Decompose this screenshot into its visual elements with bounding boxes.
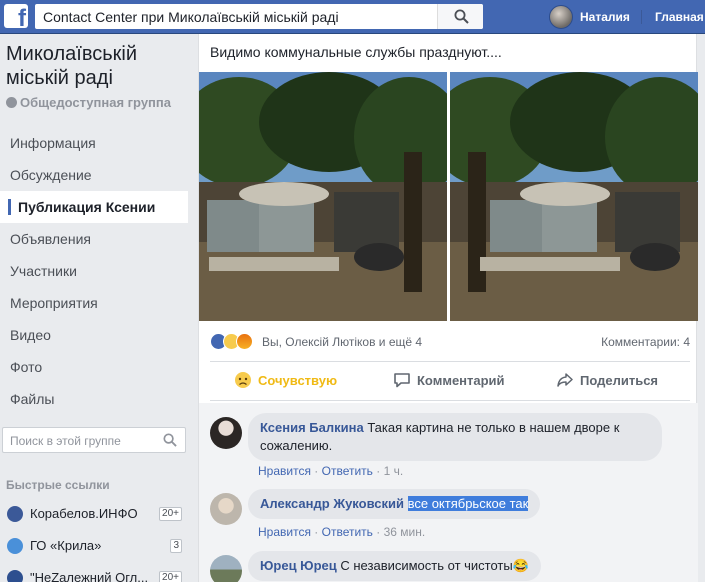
- share-icon: [557, 373, 573, 387]
- comment-item: Александр Жуковский все октябрьское так …: [210, 485, 690, 545]
- post-actions: Сочувствую Комментарий Поделиться: [210, 361, 690, 401]
- quick-link-count: 20+: [159, 571, 182, 582]
- quick-link-item[interactable]: Корабелов.ИНФО 20+: [0, 498, 188, 530]
- nav-item-discussion[interactable]: Обсуждение: [0, 159, 188, 191]
- nav-item-members[interactable]: Участники: [0, 255, 188, 287]
- user-avatar[interactable]: [549, 5, 573, 29]
- group-privacy: Общедоступная группа: [6, 95, 171, 110]
- search-icon: [454, 9, 469, 24]
- comments-section: Ксения Балкина Такая картина не только в…: [199, 403, 698, 582]
- reaction-icons[interactable]: [210, 333, 260, 351]
- search-icon[interactable]: [163, 433, 177, 447]
- divider: [641, 10, 642, 24]
- quick-link-count: 20+: [159, 507, 182, 521]
- comment-time[interactable]: 36 мин.: [384, 525, 426, 539]
- comment-item: Юрец Юрец С независимость от чистоты😂: [210, 547, 690, 582]
- laughing-emoji-icon: 😂: [512, 558, 529, 573]
- logo-glyph: f: [18, 5, 26, 29]
- nav-item-photos[interactable]: Фото: [0, 351, 188, 383]
- avatar[interactable]: [210, 555, 242, 582]
- sympathy-button[interactable]: Сочувствую: [234, 362, 337, 400]
- comment-icon: [394, 373, 410, 388]
- comment-author[interactable]: Ксения Балкина: [260, 420, 364, 435]
- quick-links: Корабелов.ИНФО 20+ ГО «Крила» 3 "НеZалеж…: [0, 498, 188, 582]
- group-title[interactable]: Миколаївській міській раді: [6, 42, 194, 90]
- quick-link-item[interactable]: ГО «Крила» 3: [0, 530, 188, 562]
- comment-bubble: Юрец Юрец С независимость от чистоты😂: [248, 551, 541, 581]
- nav-item-info[interactable]: Информация: [0, 127, 188, 159]
- group-icon: [7, 506, 23, 522]
- share-label: Поделиться: [580, 373, 659, 388]
- post-photos: [199, 72, 698, 321]
- reply-link[interactable]: Ответить: [322, 525, 373, 539]
- nav-item-events[interactable]: Мероприятия: [0, 287, 188, 319]
- group-search-placeholder: Поиск в этой группе: [10, 434, 121, 448]
- user-profile-link[interactable]: Наталия: [580, 10, 630, 24]
- group-icon: [7, 570, 23, 582]
- like-link[interactable]: Нравится: [258, 464, 311, 478]
- globe-icon: [6, 97, 17, 108]
- top-bar: f Contact Center при Миколаївській міськ…: [0, 0, 705, 34]
- comment-bubble: Ксения Балкина Такая картина не только в…: [248, 413, 662, 461]
- comment-label: Комментарий: [417, 373, 505, 388]
- group-icon: [7, 538, 23, 554]
- like-link[interactable]: Нравится: [258, 525, 311, 539]
- comment-text: Такая картина не только в нашем дворе к: [367, 420, 620, 435]
- global-search[interactable]: Contact Center при Миколаївській міській…: [35, 4, 483, 29]
- nav-item-announcements[interactable]: Объявления: [0, 223, 188, 255]
- comment-author[interactable]: Юрец Юрец: [260, 558, 337, 573]
- group-search-input[interactable]: Поиск в этой группе: [2, 427, 186, 453]
- comments-count[interactable]: Комментарии: 4: [601, 335, 690, 349]
- search-input[interactable]: Contact Center при Миколаївській міській…: [43, 9, 339, 25]
- group-nav: Информация Обсуждение Публикация Ксении …: [0, 127, 188, 415]
- quick-link-count: 3: [170, 539, 182, 553]
- group-type-label: Общедоступная группа: [20, 95, 171, 110]
- quick-link-label: ГО «Крила»: [30, 538, 102, 553]
- comment-bubble: Александр Жуковский все октябрьское так: [248, 489, 541, 519]
- quick-link-label: Корабелов.ИНФО: [30, 506, 138, 521]
- comment-time[interactable]: 1 ч.: [384, 464, 404, 478]
- post-photo[interactable]: [199, 72, 447, 321]
- share-button[interactable]: Поделиться: [556, 362, 658, 400]
- reactions-names[interactable]: Вы, Олексій Лютіков и ещё 4: [262, 335, 422, 349]
- post-card: Видимо коммунальные службы празднуют....: [198, 34, 698, 582]
- angry-reaction-icon: [236, 333, 253, 350]
- comment-item: Ксения Балкина Такая картина не только в…: [210, 409, 690, 479]
- group-sidebar: Миколаївській міській раді Общедоступная…: [0, 34, 196, 582]
- sad-face-icon: [235, 372, 251, 388]
- post-text: Видимо коммунальные службы празднуют....: [210, 44, 502, 60]
- comment-meta: Нравится · Ответить · 1 ч.: [258, 464, 404, 478]
- quick-links-title: Быстрые ссылки: [6, 478, 110, 492]
- post-photo[interactable]: [450, 72, 698, 321]
- home-link[interactable]: Главная: [655, 10, 704, 24]
- comment-author[interactable]: Александр Жуковский: [260, 496, 404, 511]
- comment-text-selected: все октябрьское так: [407, 496, 529, 511]
- nav-item-post[interactable]: Публикация Ксении: [0, 191, 188, 223]
- quick-link-label: "НеZалежний Огл...: [30, 570, 149, 582]
- reactions-bar: Вы, Олексій Лютіков и ещё 4 Комментарии:…: [210, 331, 690, 353]
- search-button[interactable]: [437, 4, 483, 29]
- sympathy-label: Сочувствую: [258, 373, 338, 388]
- facebook-logo[interactable]: f: [4, 4, 28, 28]
- avatar[interactable]: [210, 493, 242, 525]
- quick-link-item[interactable]: "НеZалежний Огл... 20+: [0, 562, 188, 582]
- avatar[interactable]: [210, 417, 242, 449]
- comment-text: С независимость от чистоты: [340, 558, 513, 573]
- comment-text: сожалению.: [260, 438, 333, 453]
- comment-button[interactable]: Комментарий: [393, 362, 705, 400]
- nav-item-files[interactable]: Файлы: [0, 383, 188, 415]
- reply-link[interactable]: Ответить: [322, 464, 373, 478]
- comment-meta: Нравится · Ответить · 36 мин.: [258, 525, 426, 539]
- nav-item-video[interactable]: Видео: [0, 319, 188, 351]
